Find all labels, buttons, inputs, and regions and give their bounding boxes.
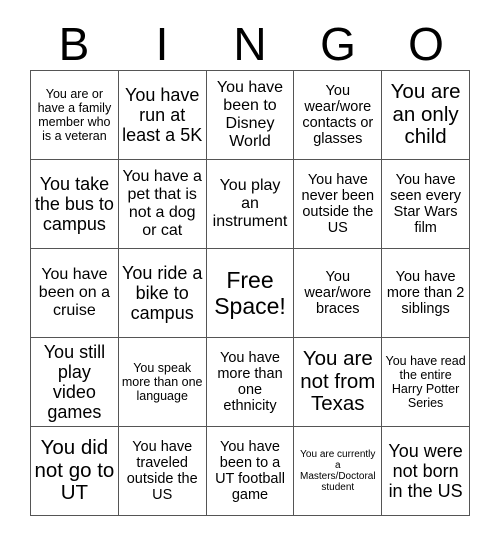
bingo-header-letter-i: I (155, 18, 169, 70)
bingo-free-space-label: Free Space! (214, 266, 286, 319)
bingo-cell-label: You have been to a UT football game (215, 438, 285, 504)
bingo-cell-o5[interactable]: You were not born in the US (382, 427, 470, 516)
bingo-cell-i1[interactable]: You have run at least a 5K (118, 71, 207, 160)
bingo-cell-i4[interactable]: You speak more than one language (118, 338, 207, 427)
bingo-header-letter-b: B (58, 18, 90, 70)
bingo-cell-label: You speak more than one language (121, 361, 203, 403)
bingo-cell-b4[interactable]: You still play video games (31, 338, 119, 427)
bingo-cell-g1[interactable]: You wear/wore contacts or glasses (294, 71, 383, 160)
bingo-cell-label: You wear/wore contacts or glasses (302, 82, 374, 148)
bingo-cell-label: You are or have a family member who is a… (37, 87, 112, 143)
bingo-cell-label: You have read the entire Harry Potter Se… (385, 354, 466, 410)
bingo-cell-i2[interactable]: You have a pet that is not a dog or cat (118, 160, 207, 249)
bingo-grid: You are or have a family member who is a… (30, 70, 470, 516)
bingo-cell-label: You take the bus to campus (34, 173, 114, 235)
bingo-cell-label: You have been on a cruise (38, 266, 110, 319)
bingo-cell-g4[interactable]: You are not from Texas (294, 338, 383, 427)
bingo-header-letter-o: O (408, 18, 444, 70)
bingo-cell-label: You play an instrument (212, 177, 288, 230)
bingo-cell-i3[interactable]: You ride a bike to campus (118, 249, 207, 338)
bingo-cell-label: You have been to Disney World (216, 79, 284, 150)
bingo-cell-label: You have a pet that is not a dog or cat (122, 168, 202, 239)
bingo-cell-g3[interactable]: You wear/wore braces (294, 249, 383, 338)
bingo-cell-label: You have never been outside the US (301, 171, 375, 237)
bingo-header-letter-n: N (233, 18, 267, 70)
bingo-cell-label: You did not go to UT (34, 435, 115, 505)
bingo-header: B I N G O (30, 18, 470, 70)
bingo-cell-g5[interactable]: You are currently a Masters/Doctoral stu… (294, 427, 383, 516)
bingo-cell-b1[interactable]: You are or have a family member who is a… (31, 71, 119, 160)
bingo-header-letter-g: G (320, 18, 356, 70)
bingo-cell-i5[interactable]: You have traveled outside the US (118, 427, 207, 516)
bingo-cell-b3[interactable]: You have been on a cruise (31, 249, 119, 338)
bingo-cell-o2[interactable]: You have seen every Star Wars film (382, 160, 470, 249)
bingo-cell-o4[interactable]: You have read the entire Harry Potter Se… (382, 338, 470, 427)
bingo-cell-label: You ride a bike to campus (121, 262, 203, 324)
bingo-cell-label: You have seen every Star Wars film (390, 171, 462, 237)
bingo-cell-label: You have run at least a 5K (122, 84, 203, 146)
bingo-cell-label: You are not from Texas (300, 346, 376, 416)
bingo-cell-n5[interactable]: You have been to a UT football game (206, 427, 295, 516)
bingo-cell-label: You are currently a Masters/Doctoral stu… (300, 448, 376, 494)
bingo-cell-label: You wear/wore braces (304, 268, 372, 318)
bingo-cell-label: You have more than one ethnicity (217, 349, 283, 415)
bingo-cell-n4[interactable]: You have more than one ethnicity (206, 338, 295, 427)
bingo-cell-n2[interactable]: You play an instrument (206, 160, 295, 249)
bingo-cell-b5[interactable]: You did not go to UT (31, 427, 119, 516)
bingo-cell-label: You still play video games (43, 341, 106, 423)
bingo-card: B I N G O You are or have a family membe… (0, 0, 500, 544)
bingo-cell-o1[interactable]: You are an only child (382, 71, 470, 160)
bingo-cell-label: You have traveled outside the US (126, 438, 198, 504)
bingo-cell-o3[interactable]: You have more than 2 siblings (382, 249, 470, 338)
bingo-cell-g2[interactable]: You have never been outside the US (294, 160, 383, 249)
bingo-cell-label: You have more than 2 siblings (386, 268, 465, 318)
bingo-cell-label: You are an only child (390, 79, 461, 149)
bingo-cell-free-space[interactable]: Free Space! (206, 249, 295, 338)
bingo-cell-b2[interactable]: You take the bus to campus (31, 160, 119, 249)
bingo-cell-label: You were not born in the US (388, 440, 463, 502)
bingo-cell-n1[interactable]: You have been to Disney World (206, 71, 295, 160)
